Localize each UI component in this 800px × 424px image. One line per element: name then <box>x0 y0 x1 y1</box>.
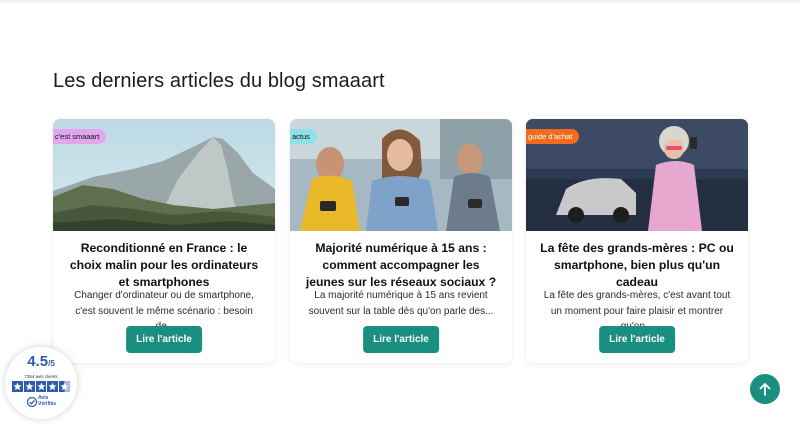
article-cards: c'est smaaart Reconditionné en France : … <box>53 119 748 363</box>
section-title: Les derniers articles du blog smaaart <box>53 70 385 92</box>
scroll-to-top-button[interactable] <box>750 374 780 404</box>
brand-line-2: Vérifiés <box>38 400 57 407</box>
category-tag[interactable]: actus <box>290 129 317 144</box>
read-article-button[interactable]: Lire l'article <box>126 326 202 353</box>
article-card[interactable]: guide d'achat La fête des grands-mères :… <box>526 119 748 363</box>
article-title[interactable]: Reconditionné en France : le choix malin… <box>65 240 263 291</box>
star-rating <box>12 381 70 392</box>
checkmark-logo-icon <box>27 397 37 407</box>
category-tag[interactable]: c'est smaaart <box>53 129 107 144</box>
avis-verifies-logo: Avis Vérifiés <box>27 395 59 410</box>
rating-value: 4.5 <box>27 353 49 370</box>
article-excerpt: La majorité numérique à 15 ans revient s… <box>308 290 494 317</box>
review-count: 7354 avis clients <box>24 374 58 379</box>
star-icon <box>12 381 23 392</box>
article-title[interactable]: Majorité numérique à 15 ans : comment ac… <box>302 240 500 291</box>
star-icon <box>47 381 59 392</box>
star-icon <box>23 381 35 392</box>
brand-name: Avis Vérifiés <box>38 395 57 407</box>
rating-scale: /5 <box>48 359 55 368</box>
category-tag[interactable]: guide d'achat <box>526 129 580 144</box>
article-image-mountain[interactable]: c'est smaaart <box>53 119 275 231</box>
article-title[interactable]: La fête des grands-mères : PC ou smartph… <box>538 240 736 291</box>
top-divider <box>0 0 800 4</box>
article-image-teens[interactable]: actus <box>290 119 512 231</box>
rating-score: 4.5/5 <box>5 353 77 370</box>
half-star-icon <box>59 381 70 392</box>
article-image-grandmother[interactable]: guide d'achat <box>526 119 748 231</box>
read-article-button[interactable]: Lire l'article <box>363 326 439 353</box>
arrow-up-icon <box>759 383 771 396</box>
article-card[interactable]: c'est smaaart Reconditionné en France : … <box>53 119 275 363</box>
verified-reviews-badge[interactable]: 4.5/5 7354 avis clients Avis Vérifiés <box>5 347 77 419</box>
read-article-button[interactable]: Lire l'article <box>599 326 675 353</box>
article-card[interactable]: actus Majorité numérique à 15 ans : comm… <box>290 119 512 363</box>
star-icon <box>35 381 47 392</box>
